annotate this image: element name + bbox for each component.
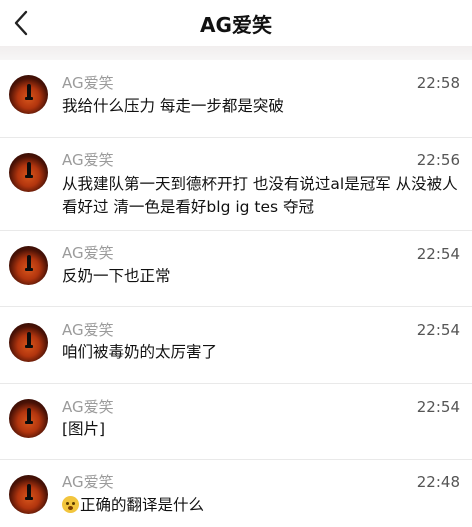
message-text-container: 正确的翻译是什么 [62,494,462,517]
message-text: 从我建队第一天到德杯开打 也没有说过al是冠军 从没被人看好过 清一色是看好bl… [62,175,458,216]
message-time: 22:54 [416,245,460,263]
message-text: 咱们被毒奶的太厉害了 [62,343,218,361]
avatar[interactable] [9,475,48,514]
avatar[interactable] [9,399,48,438]
sender-name: AG爱笑 [62,244,114,262]
message-time: 22:56 [416,151,460,169]
message-row[interactable]: AG爱笑 22:48 正确的翻译是什么 [0,460,472,527]
sender-name: AG爱笑 [62,151,114,169]
message-row[interactable]: AG爱笑 22:54 [图片] [0,384,472,460]
message-text: 正确的翻译是什么 [80,496,205,514]
message-list: AG爱笑 22:58 我给什么压力 每走一步都是突破 AG爱笑 22:56 从我… [0,60,472,527]
sender-name: AG爱笑 [62,473,114,491]
message-row[interactable]: AG爱笑 22:54 反奶一下也正常 [0,231,472,307]
page-title: AG爱笑 [200,13,272,37]
message-text: [图片] [62,420,106,438]
header-divider [0,46,472,60]
message-row[interactable]: AG爱笑 22:58 我给什么压力 每走一步都是突破 [0,60,472,138]
sender-name: AG爱笑 [62,321,114,339]
avatar[interactable] [9,246,48,285]
message-time: 22:58 [416,74,460,92]
sender-name: AG爱笑 [62,398,114,416]
message-row[interactable]: AG爱笑 22:54 咱们被毒奶的太厉害了 [0,307,472,384]
message-row[interactable]: AG爱笑 22:56 从我建队第一天到德杯开打 也没有说过al是冠军 从没被人看… [0,138,472,231]
message-text: 我给什么压力 每走一步都是突破 [62,97,284,115]
message-time: 22:54 [416,321,460,339]
avatar[interactable] [9,153,48,192]
message-time: 22:54 [416,398,460,416]
avatar[interactable] [9,323,48,362]
avatar[interactable] [9,75,48,114]
chat-header: AG爱笑 [0,0,472,46]
message-time: 22:48 [416,473,460,491]
thinking-face-icon [62,496,79,513]
sender-name: AG爱笑 [62,74,114,92]
message-text: 反奶一下也正常 [62,267,171,285]
